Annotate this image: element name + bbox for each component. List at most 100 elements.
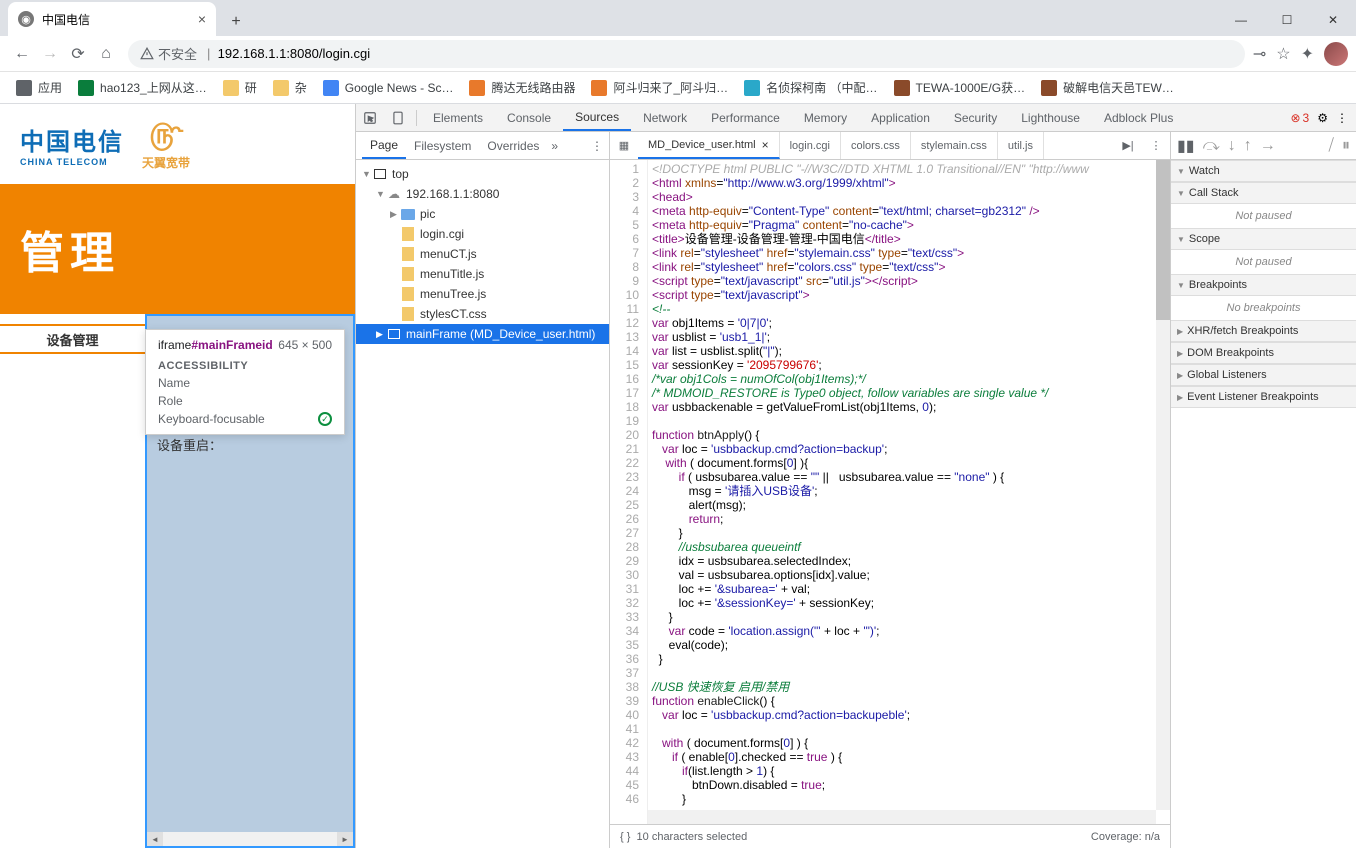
file-tab[interactable]: MD_Device_user.html×: [638, 132, 780, 159]
step-into-icon[interactable]: ↓: [1228, 137, 1236, 155]
logo-bar: 中国电信 CHINA TELECOM ௹ 天翼宽带: [0, 104, 355, 184]
minimize-button[interactable]: —: [1218, 4, 1264, 36]
close-button[interactable]: ✕: [1310, 4, 1356, 36]
xhr-panel[interactable]: ▶XHR/fetch Breakpoints: [1171, 320, 1356, 342]
bookmark-item[interactable]: 名侦探柯南 （中配…: [736, 74, 885, 102]
back-button[interactable]: ←: [8, 40, 36, 68]
forward-button[interactable]: →: [36, 40, 64, 68]
file-tree[interactable]: ▼top ▼☁192.168.1.1:8080 ▶pic login.cgime…: [356, 160, 609, 848]
devtools-tab-application[interactable]: Application: [859, 104, 942, 131]
braces-icon[interactable]: { }: [620, 831, 630, 843]
file-icon: [400, 307, 416, 321]
listeners-panel[interactable]: ▶Global Listeners: [1171, 364, 1356, 386]
inspect-icon[interactable]: [356, 111, 384, 125]
bookmark-item[interactable]: 杂: [265, 74, 315, 102]
extensions-icon[interactable]: ✦: [1301, 44, 1314, 64]
dom-panel[interactable]: ▶DOM Breakpoints: [1171, 342, 1356, 364]
close-icon[interactable]: ×: [198, 11, 206, 27]
titlebar: ◉ 中国电信 × + — ☐ ✕: [0, 0, 1356, 36]
tree-mainframe[interactable]: ▶mainFrame (MD_Device_user.html): [356, 324, 609, 344]
callstack-panel[interactable]: ▼Call Stack: [1171, 182, 1356, 204]
tianyi-logo: ௹ 天翼宽带: [142, 118, 190, 171]
step-over-icon[interactable]: ⤼: [1203, 137, 1220, 155]
step-icon[interactable]: →: [1260, 137, 1276, 155]
side-nav: 设备管理: [0, 314, 145, 848]
reload-button[interactable]: ⟳: [64, 40, 92, 68]
nav-tab-overrides[interactable]: Overrides: [479, 132, 547, 159]
gear-icon[interactable]: ⚙: [1317, 111, 1328, 125]
apps-button[interactable]: 应用: [8, 74, 70, 102]
bookmark-icon: [894, 80, 910, 96]
sidebar-item-device[interactable]: 设备管理: [0, 324, 145, 354]
pause-exceptions-icon[interactable]: ⏸: [1342, 137, 1350, 155]
tree-file[interactable]: menuCT.js: [356, 244, 609, 264]
nav-tab-filesystem[interactable]: Filesystem: [406, 132, 479, 159]
devtools-tab-sources[interactable]: Sources: [563, 104, 631, 131]
maximize-button[interactable]: ☐: [1264, 4, 1310, 36]
tree-file[interactable]: stylesCT.css: [356, 304, 609, 324]
url-input[interactable]: 不安全 | 192.168.1.1:8080/login.cgi: [128, 40, 1245, 68]
watch-panel[interactable]: ▼Watch: [1171, 160, 1356, 182]
tree-file[interactable]: login.cgi: [356, 224, 609, 244]
file-icon: [400, 247, 416, 261]
event-panel[interactable]: ▶Event Listener Breakpoints: [1171, 386, 1356, 408]
nav-tab-page[interactable]: Page: [362, 132, 406, 159]
bookmark-item[interactable]: Google News - Sc…: [315, 74, 462, 102]
device-icon[interactable]: [384, 111, 412, 125]
devtools-tab-console[interactable]: Console: [495, 104, 563, 131]
bookmark-item[interactable]: 破解电信天邑TEW…: [1033, 74, 1182, 102]
new-tab-button[interactable]: +: [222, 8, 250, 36]
tree-file[interactable]: menuTitle.js: [356, 264, 609, 284]
tree-folder-pic[interactable]: ▶pic: [356, 204, 609, 224]
scope-panel[interactable]: ▼Scope: [1171, 228, 1356, 250]
close-icon[interactable]: ×: [762, 138, 769, 152]
run-icon[interactable]: ▶|: [1114, 139, 1142, 152]
devtools-tab-network[interactable]: Network: [631, 104, 699, 131]
bookmark-item[interactable]: 研: [215, 74, 265, 102]
code-editor[interactable]: 1234567891011121314151617181920212223242…: [610, 160, 1170, 824]
iframe-scrollbar[interactable]: ◄ ►: [147, 832, 353, 846]
devtools-tab-memory[interactable]: Memory: [792, 104, 859, 131]
file-tab[interactable]: login.cgi: [780, 132, 841, 159]
file-list-icon[interactable]: ▦: [610, 139, 638, 152]
kebab-icon[interactable]: ⋮: [1336, 111, 1348, 125]
tree-host[interactable]: ▼☁192.168.1.1:8080: [356, 184, 609, 204]
tree-top[interactable]: ▼top: [356, 164, 609, 184]
deactivate-icon[interactable]: ⧸: [1329, 137, 1334, 155]
breakpoints-panel[interactable]: ▼Breakpoints: [1171, 274, 1356, 296]
file-tab[interactable]: util.js: [998, 132, 1044, 159]
apps-icon: [16, 80, 32, 96]
code-content[interactable]: <!DOCTYPE html PUBLIC "-//W3C//DTD XHTML…: [648, 160, 1170, 824]
bookmark-item[interactable]: hao123_上网从这…: [70, 74, 215, 102]
error-count[interactable]: ⊗3: [1290, 111, 1309, 125]
devtools-tab-elements[interactable]: Elements: [421, 104, 495, 131]
horizontal-scrollbar[interactable]: [648, 810, 1156, 824]
profile-avatar[interactable]: [1324, 42, 1348, 66]
devtools-tab-security[interactable]: Security: [942, 104, 1009, 131]
file-tabs: ▦ MD_Device_user.html×login.cgicolors.cs…: [610, 132, 1170, 160]
file-tab[interactable]: stylemain.css: [911, 132, 998, 159]
star-icon[interactable]: ☆: [1276, 44, 1290, 64]
key-icon[interactable]: ⊸: [1253, 44, 1266, 64]
bookmark-item[interactable]: TEWA-1000E/G获…: [886, 74, 1034, 102]
bookmark-icon: [591, 80, 607, 96]
step-out-icon[interactable]: ↑: [1244, 137, 1252, 155]
browser-tab[interactable]: ◉ 中国电信 ×: [8, 2, 216, 36]
file-tab[interactable]: colors.css: [841, 132, 911, 159]
url-text: 192.168.1.1:8080/login.cgi: [218, 46, 371, 61]
kebab-icon[interactable]: ⋮: [591, 139, 603, 153]
scroll-right-button[interactable]: ►: [337, 832, 353, 846]
vertical-scrollbar[interactable]: [1156, 160, 1170, 810]
bookmark-item[interactable]: 腾达无线路由器: [461, 74, 583, 102]
bookmark-item[interactable]: 阿斗归来了_阿斗归…: [583, 74, 736, 102]
devtools-tab-lighthouse[interactable]: Lighthouse: [1009, 104, 1092, 131]
tree-file[interactable]: menuTree.js: [356, 284, 609, 304]
scroll-left-button[interactable]: ◄: [147, 832, 163, 846]
pause-icon[interactable]: ▮▮: [1177, 136, 1195, 156]
more-icon[interactable]: »: [551, 139, 558, 153]
file-icon: [400, 287, 416, 301]
devtools-tab-adblock-plus[interactable]: Adblock Plus: [1092, 104, 1185, 131]
kebab-icon[interactable]: ⋮: [1142, 139, 1170, 152]
home-button[interactable]: ⌂: [92, 40, 120, 68]
devtools-tab-performance[interactable]: Performance: [699, 104, 792, 131]
